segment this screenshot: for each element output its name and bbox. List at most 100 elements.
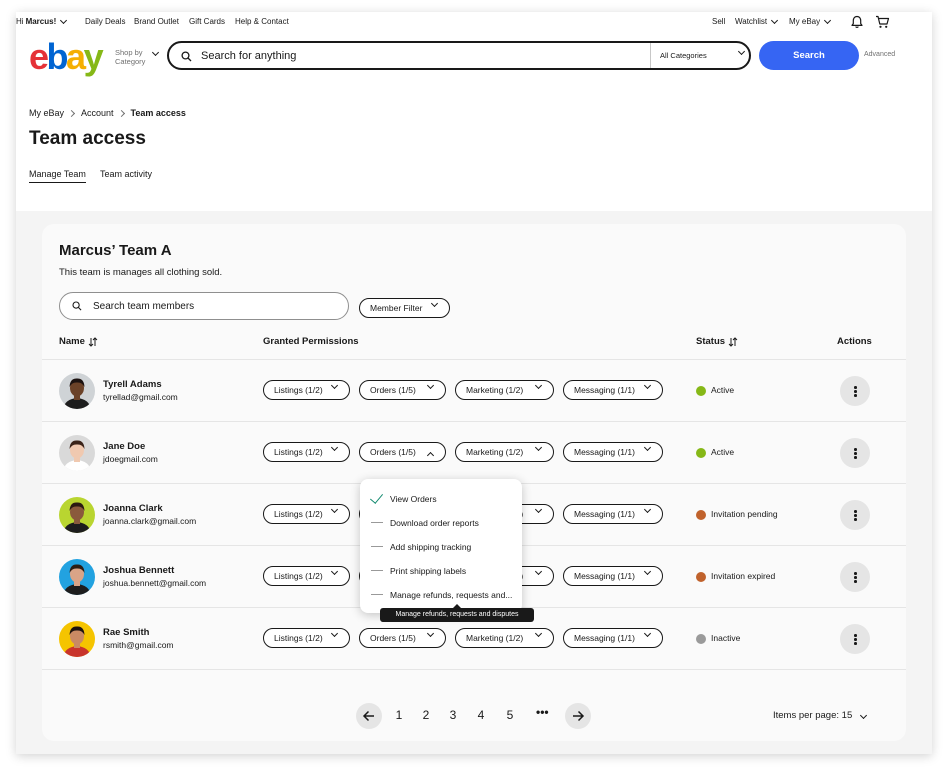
chevron-down-icon: [643, 505, 652, 514]
watchlist-menu[interactable]: Watchlist: [735, 16, 779, 26]
chevron-down-icon: [771, 16, 779, 24]
pagination-page-1[interactable]: 1: [392, 708, 406, 722]
chevron-down-icon: [534, 629, 543, 638]
search-icon: [72, 301, 82, 311]
greeting-menu[interactable]: Hi Marcus!: [16, 16, 68, 26]
permission-chip-marketing[interactable]: Marketing (1/2): [455, 628, 554, 648]
link-sell[interactable]: Sell: [712, 17, 725, 26]
dropdown-item-download-order-reports[interactable]: Download order reports: [360, 510, 522, 534]
ebay-logo[interactable]: ebay: [29, 39, 104, 75]
status-badge: Invitation expired: [711, 571, 776, 581]
member-name[interactable]: Rae Smith: [103, 627, 149, 638]
pagination-ellipsis[interactable]: •••: [536, 705, 549, 719]
chevron-right-icon: [67, 109, 76, 117]
kebab-dot: [854, 456, 857, 459]
dropdown-item-add-shipping-tracking[interactable]: Add shipping tracking: [360, 534, 522, 558]
link-gift-cards[interactable]: Gift Cards: [189, 17, 225, 26]
tab-team-activity[interactable]: Team activity: [100, 169, 152, 179]
chevron-down-icon: [534, 381, 543, 390]
column-header-name[interactable]: Name: [59, 336, 98, 347]
unchecked-dash-icon: [371, 546, 383, 547]
member-name[interactable]: Joshua Bennett: [103, 565, 174, 576]
member-name[interactable]: Jane Doe: [103, 441, 145, 452]
permission-chip-orders[interactable]: Orders (1/5): [359, 380, 446, 400]
status-dot-icon: [696, 386, 706, 396]
dropdown-item-print-shipping-labels[interactable]: Print shipping labels: [360, 558, 522, 582]
cart-icon[interactable]: [875, 15, 890, 29]
dropdown-item-view-orders[interactable]: View Orders: [360, 486, 522, 510]
permission-chip-listings[interactable]: Listings (1/2): [263, 566, 350, 586]
status-badge: Inactive: [711, 633, 741, 643]
column-header-status[interactable]: Status: [696, 336, 738, 347]
kebab-dot: [854, 638, 857, 641]
link-help-contact[interactable]: Help & Contact: [235, 17, 289, 26]
permission-chip-listings[interactable]: Listings (1/2): [263, 628, 350, 648]
kebab-dot: [854, 514, 857, 517]
row-actions-button[interactable]: [840, 376, 870, 406]
link-daily-deals[interactable]: Daily Deals: [85, 17, 125, 26]
permission-chip-messaging[interactable]: Messaging (1/1): [563, 442, 663, 462]
permission-chip-messaging[interactable]: Messaging (1/1): [563, 504, 663, 524]
member-filter-button[interactable]: Member Filter: [359, 298, 451, 318]
pagination-page-5[interactable]: 5: [503, 708, 517, 722]
chevron-down-icon: [534, 443, 543, 452]
category-select[interactable]: All Categories: [650, 43, 749, 68]
items-per-page-select[interactable]: Items per page: 15: [773, 710, 868, 721]
page-title: Team access: [29, 128, 146, 149]
pagination-prev-button[interactable]: [356, 703, 382, 729]
permission-chip-orders[interactable]: Orders (1/5): [359, 442, 446, 462]
permission-chip-messaging[interactable]: Messaging (1/1): [563, 628, 663, 648]
breadcrumb-account[interactable]: Account: [81, 108, 114, 118]
pagination-page-2[interactable]: 2: [419, 708, 433, 722]
row-actions-button[interactable]: [840, 624, 870, 654]
unchecked-dash-icon: [371, 522, 383, 523]
team-name: Marcus’ Team A: [59, 242, 172, 259]
chevron-down-icon[interactable]: [151, 48, 160, 57]
dropdown-item-manage-refunds[interactable]: Manage refunds, requests and...: [360, 582, 522, 606]
category-select-value: All Categories: [660, 51, 707, 60]
advanced-search-link[interactable]: Advanced: [864, 51, 895, 58]
permission-chip-messaging[interactable]: Messaging (1/1): [563, 566, 663, 586]
pagination-page-4[interactable]: 4: [474, 708, 488, 722]
avatar: [59, 435, 95, 471]
row-actions-button[interactable]: [840, 438, 870, 468]
permission-chip-messaging[interactable]: Messaging (1/1): [563, 380, 663, 400]
search-icon: [181, 51, 192, 62]
kebab-dot: [854, 510, 857, 513]
permission-chip-listings[interactable]: Listings (1/2): [263, 380, 350, 400]
permission-chip-listings[interactable]: Listings (1/2): [263, 504, 350, 524]
watchlist-label: Watchlist: [735, 17, 768, 26]
notification-bell-icon[interactable]: [850, 15, 864, 29]
arrow-right-icon: [573, 710, 585, 722]
permission-chip-orders[interactable]: Orders (1/5): [359, 628, 446, 648]
member-search-input[interactable]: Search team members: [59, 292, 349, 320]
member-name[interactable]: Tyrell Adams: [103, 379, 162, 390]
sort-icon: [728, 336, 738, 347]
permission-chip-marketing[interactable]: Marketing (1/2): [455, 442, 554, 462]
breadcrumb-my-ebay[interactable]: My eBay: [29, 108, 64, 118]
search-button[interactable]: Search: [759, 41, 859, 70]
kebab-dot: [854, 580, 857, 583]
pagination-page-3[interactable]: 3: [446, 708, 460, 722]
column-header-permissions: Granted Permissions: [263, 336, 359, 347]
checkmark-icon: [369, 490, 384, 504]
avatar: [59, 373, 95, 409]
breadcrumb-team-access: Team access: [130, 108, 186, 118]
kebab-dot: [854, 576, 857, 579]
shop-by-category[interactable]: Shop by Category: [115, 48, 145, 66]
member-name[interactable]: Joanna Clark: [103, 503, 163, 514]
member-search-placeholder: Search team members: [93, 301, 195, 312]
row-actions-button[interactable]: [840, 500, 870, 530]
chevron-down-icon: [330, 443, 339, 452]
row-actions-button[interactable]: [840, 562, 870, 592]
search-input[interactable]: Search for anything: [201, 50, 296, 62]
permission-chip-listings[interactable]: Listings (1/2): [263, 442, 350, 462]
tooltip-manage-refunds: Manage refunds, requests and disputes: [380, 604, 534, 622]
kebab-dot: [854, 390, 857, 393]
permission-chip-marketing[interactable]: Marketing (1/2): [455, 380, 554, 400]
tab-manage-team[interactable]: Manage Team: [29, 169, 86, 183]
chevron-down-icon: [426, 381, 435, 390]
pagination-next-button[interactable]: [565, 703, 591, 729]
link-brand-outlet[interactable]: Brand Outlet: [134, 17, 179, 26]
my-ebay-menu[interactable]: My eBay: [789, 16, 832, 26]
